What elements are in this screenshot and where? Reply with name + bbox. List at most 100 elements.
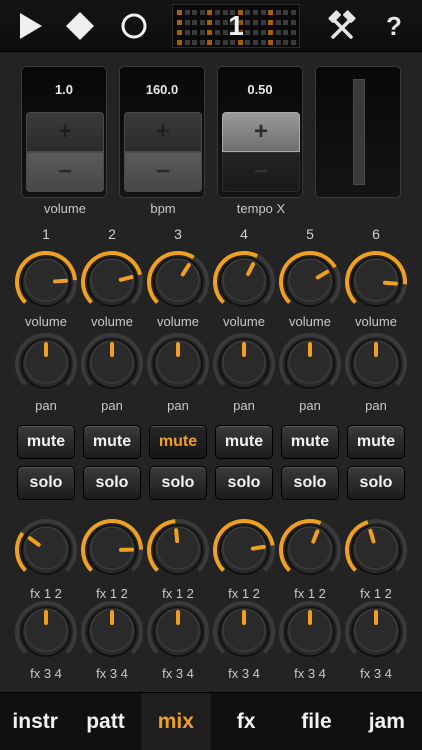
mute-button-1[interactable]: mute bbox=[17, 425, 75, 459]
play-icon bbox=[20, 13, 42, 39]
fx34-knob-4[interactable] bbox=[212, 600, 276, 664]
fx34-label-4: fx 3 4 bbox=[228, 666, 260, 681]
pan-label-2: pan bbox=[101, 398, 123, 413]
fx12-label-3: fx 1 2 bbox=[162, 586, 194, 601]
tab-jam[interactable]: jam bbox=[352, 693, 422, 750]
bottom-tab-bar: instr patt mix fx file jam bbox=[0, 692, 422, 750]
volume-label: volume bbox=[44, 201, 86, 216]
volume-knob-3[interactable] bbox=[146, 250, 210, 314]
solo-button-1[interactable]: solo bbox=[17, 466, 75, 500]
volume-knob-4[interactable] bbox=[212, 250, 276, 314]
volume-knob-6-indicator bbox=[382, 280, 398, 286]
play-button[interactable] bbox=[10, 6, 50, 46]
fx34-knob-1[interactable] bbox=[14, 600, 78, 664]
fx34-knob-3[interactable] bbox=[146, 600, 210, 664]
pan-label-1: pan bbox=[35, 398, 57, 413]
tab-fx[interactable]: fx bbox=[211, 693, 281, 750]
tempo-minus-button[interactable]: − bbox=[222, 152, 300, 192]
volume-label-5: volume bbox=[289, 314, 331, 329]
solo-button-5[interactable]: solo bbox=[281, 466, 339, 500]
volume-knob-2[interactable] bbox=[80, 250, 144, 314]
volume-label-1: volume bbox=[25, 314, 67, 329]
solo-button-2[interactable]: solo bbox=[83, 466, 141, 500]
fx12-label-5: fx 1 2 bbox=[294, 586, 326, 601]
fx12-knob-5[interactable] bbox=[278, 518, 342, 582]
volume-knob-2-indicator bbox=[118, 275, 134, 282]
pattern-number: 1 bbox=[228, 10, 244, 41]
fx34-label-5: fx 3 4 bbox=[294, 666, 326, 681]
pan-label-5: pan bbox=[299, 398, 321, 413]
fx12-label-4: fx 1 2 bbox=[228, 586, 260, 601]
volume-knob-6[interactable] bbox=[344, 250, 408, 314]
mute-button-2[interactable]: mute bbox=[83, 425, 141, 459]
tab-mix[interactable]: mix bbox=[140, 693, 211, 750]
volume-plus-button[interactable]: + bbox=[26, 112, 104, 152]
channel-number-2: 2 bbox=[108, 226, 116, 242]
mute-button-5[interactable]: mute bbox=[281, 425, 339, 459]
tab-instr[interactable]: instr bbox=[0, 693, 70, 750]
fx34-label-2: fx 3 4 bbox=[96, 666, 128, 681]
volume-label-2: volume bbox=[91, 314, 133, 329]
solo-button-4[interactable]: solo bbox=[215, 466, 273, 500]
tempo-panel: 0.50 + − bbox=[217, 66, 303, 198]
fx34-label-3: fx 3 4 bbox=[162, 666, 194, 681]
channel-number-4: 4 bbox=[240, 226, 248, 242]
pan-label-3: pan bbox=[167, 398, 189, 413]
fx12-knob-4[interactable] bbox=[212, 518, 276, 582]
bpm-minus-button[interactable]: − bbox=[124, 152, 202, 192]
fx12-label-1: fx 1 2 bbox=[30, 586, 62, 601]
bpm-panel: 160.0 + − bbox=[119, 66, 205, 198]
record-button[interactable] bbox=[114, 6, 154, 46]
tempo-plus-button[interactable]: + bbox=[222, 112, 300, 152]
volume-knob-1[interactable] bbox=[14, 250, 78, 314]
pan-label-4: pan bbox=[233, 398, 255, 413]
pan-knob-1[interactable] bbox=[14, 332, 78, 396]
fx12-knob-2[interactable] bbox=[80, 518, 144, 582]
volume-panel: 1.0 + − bbox=[21, 66, 107, 198]
tab-file[interactable]: file bbox=[281, 693, 351, 750]
pan-knob-4[interactable] bbox=[212, 332, 276, 396]
record-icon bbox=[121, 13, 147, 39]
volume-label-6: volume bbox=[355, 314, 397, 329]
volume-knob-5[interactable] bbox=[278, 250, 342, 314]
volume-value: 1.0 bbox=[54, 82, 74, 97]
pan-label-6: pan bbox=[365, 398, 387, 413]
mute-button-3[interactable]: mute bbox=[149, 425, 207, 459]
volume-label-4: volume bbox=[223, 314, 265, 329]
transport-toolbar: 1 ? bbox=[0, 0, 422, 52]
channel-number-3: 3 bbox=[174, 226, 182, 242]
volume-minus-button[interactable]: − bbox=[26, 152, 104, 192]
fx12-knob-6[interactable] bbox=[344, 518, 408, 582]
tab-patt[interactable]: patt bbox=[70, 693, 140, 750]
stop-button[interactable] bbox=[60, 6, 100, 46]
pan-knob-6[interactable] bbox=[344, 332, 408, 396]
pan-knob-3[interactable] bbox=[146, 332, 210, 396]
solo-button-3[interactable]: solo bbox=[149, 466, 207, 500]
pan-knob-2[interactable] bbox=[80, 332, 144, 396]
help-button[interactable]: ? bbox=[376, 6, 412, 46]
fx34-label-6: fx 3 4 bbox=[360, 666, 392, 681]
fx34-label-1: fx 3 4 bbox=[30, 666, 62, 681]
solo-button-6[interactable]: solo bbox=[347, 466, 405, 500]
pan-knob-5[interactable] bbox=[278, 332, 342, 396]
fx34-knob-6[interactable] bbox=[344, 600, 408, 664]
mute-button-6[interactable]: mute bbox=[347, 425, 405, 459]
mute-button-4[interactable]: mute bbox=[215, 425, 273, 459]
tools-button[interactable] bbox=[322, 6, 362, 46]
pattern-selector[interactable]: 1 bbox=[172, 4, 300, 48]
channel-number-5: 5 bbox=[306, 226, 314, 242]
fx34-knob-2[interactable] bbox=[80, 600, 144, 664]
bpm-value: 160.0 bbox=[145, 82, 179, 97]
fx12-knob-1[interactable] bbox=[14, 518, 78, 582]
fx12-knob-3-indicator bbox=[174, 528, 180, 544]
volume-label-3: volume bbox=[157, 314, 199, 329]
fx12-label-2: fx 1 2 bbox=[96, 586, 128, 601]
bpm-plus-button[interactable]: + bbox=[124, 112, 202, 152]
channel-number-1: 1 bbox=[42, 226, 50, 242]
bpm-label: bpm bbox=[150, 201, 176, 216]
fx34-knob-5[interactable] bbox=[278, 600, 342, 664]
level-meter bbox=[315, 66, 401, 198]
fx12-knob-3[interactable] bbox=[146, 518, 210, 582]
fx12-knob-4-indicator bbox=[250, 544, 266, 551]
level-meter-track bbox=[353, 79, 365, 185]
